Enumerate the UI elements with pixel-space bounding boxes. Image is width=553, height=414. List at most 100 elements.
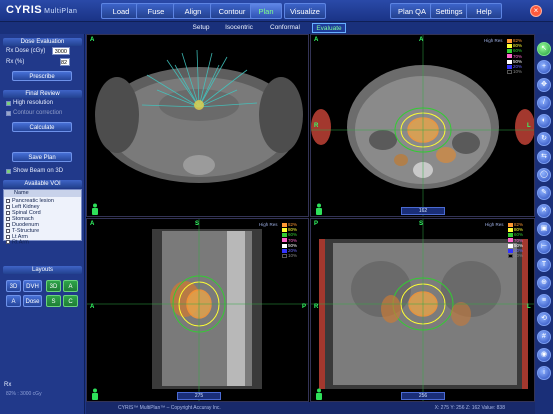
grid-tool-icon[interactable]: #	[537, 330, 551, 344]
tab-help[interactable]: Help	[466, 3, 502, 19]
layout-3d-quad-button[interactable]: 3D	[46, 280, 61, 292]
voi-column-name: Name	[4, 190, 81, 197]
save-plan-button[interactable]: Save Plan	[12, 152, 72, 162]
tab-visualize[interactable]: Visualize	[284, 3, 326, 19]
figure-icon	[90, 388, 100, 400]
sagittal-ct	[87, 219, 308, 401]
top-bar: CYRIS MultiPlan Load Fuse Align Contour P…	[0, 0, 553, 22]
cor-slice-indicator[interactable]: 256	[401, 392, 445, 400]
axial-orient-l: L	[527, 123, 531, 129]
subtab-conformal[interactable]: Conformal	[268, 23, 302, 33]
ruler-tool-icon[interactable]: ⊢	[537, 240, 551, 254]
logo-sub: MultiPlan	[44, 8, 78, 15]
voi-item[interactable]: Rt Arm	[6, 240, 29, 245]
dose-evaluation-header: Dose Evaluation	[3, 38, 82, 46]
contour-correction-checkbox[interactable]	[6, 111, 11, 116]
available-voi-header: Available VOI	[3, 180, 82, 188]
sag-orient-a: A	[90, 221, 95, 227]
tab-plan-qa[interactable]: Plan QA	[390, 3, 434, 19]
flip-tool-icon[interactable]: ⇆	[537, 150, 551, 164]
crosshair-tool-icon[interactable]: ⊕	[537, 276, 551, 290]
axial-slice-indicator[interactable]: 162	[401, 207, 445, 215]
rx-pct-input[interactable]: 82	[60, 58, 70, 66]
layout-dvh-button[interactable]: DVH	[23, 280, 42, 292]
coronal-ct	[311, 219, 534, 401]
layouts-header: Layouts	[3, 266, 82, 274]
eraser-tool-icon[interactable]: ✕	[537, 204, 551, 218]
sag-orient-s: S	[195, 221, 200, 227]
rx-dose-input[interactable]: 3000	[52, 47, 70, 55]
viewport-sagittal[interactable]: A S A P High Res 82% 80% 60% 70% 50% 20%…	[86, 218, 309, 402]
layout-axial-quad-button[interactable]: A	[63, 280, 78, 292]
viewport-3d[interactable]: A	[86, 34, 309, 217]
status-copyright: CYRIS™ MultiPlan™ – Copyright Accuray In…	[118, 405, 221, 411]
capture-tool-icon[interactable]: ◉	[537, 348, 551, 362]
reset-tool-icon[interactable]: ⟲	[537, 312, 551, 326]
contour-tool-icon[interactable]: ◯	[537, 168, 551, 182]
figure-icon	[314, 203, 324, 215]
annotate-tool-icon[interactable]: T	[537, 258, 551, 272]
layout-sagittal-button[interactable]: S	[46, 295, 61, 307]
plan-subbar: Setup Isocentric Conformal Evaluate	[0, 22, 553, 34]
window-close-icon[interactable]: ×	[530, 5, 542, 17]
show-beam-checkbox[interactable]	[6, 169, 11, 174]
high-res-checkbox[interactable]	[6, 101, 11, 106]
logo-text: CYRIS	[6, 4, 43, 16]
high-res-label: High resolution	[13, 100, 54, 106]
sag-orient-a-side: A	[90, 304, 95, 310]
axial-orient-a: A	[314, 37, 319, 43]
info-tool-icon[interactable]: i	[537, 366, 551, 380]
tab-load[interactable]: Load	[101, 3, 141, 19]
zoom-tool-icon[interactable]: +	[537, 60, 551, 74]
calculate-button[interactable]: Calculate	[12, 122, 72, 132]
pan-tool-icon[interactable]: ✥	[537, 78, 551, 92]
legend-entry: 10%	[282, 253, 297, 258]
cor-orient-p: P	[314, 221, 319, 227]
layers-tool-icon[interactable]: ≡	[537, 294, 551, 308]
status-coordinates: X: 275 Y: 256 Z: 162 Value: 838	[434, 405, 505, 411]
tab-fuse[interactable]: Fuse	[136, 3, 176, 19]
rotate-tool-icon[interactable]: ↻	[537, 132, 551, 146]
sag-slice-indicator[interactable]: 275	[177, 392, 221, 400]
rx-footer-label: Rx	[4, 382, 12, 388]
cor-dose-legend: High Res	[485, 222, 504, 227]
sag-dose-legend: High Res	[259, 222, 278, 227]
brush-tool-icon[interactable]: ✎	[537, 186, 551, 200]
axial-isodose-list: 82% 80% 60% 70% 50% 20% 10%	[507, 38, 522, 74]
legend-entry: 10%	[508, 253, 523, 258]
tab-settings[interactable]: Settings	[430, 3, 468, 19]
show-beam-label: Show Beam on 3D	[13, 168, 64, 174]
subtab-isocentric[interactable]: Isocentric	[222, 23, 256, 33]
right-toolbar: ↖ + ✥ / ◐ ↻ ⇆ ◯ ✎ ✕ ▣ ⊢ T ⊕ ≡ ⟲ # ◉ i	[535, 34, 553, 414]
subtab-setup[interactable]: Setup	[186, 23, 216, 33]
layout-dose-button[interactable]: Dose	[23, 295, 42, 307]
tab-plan[interactable]: Plan	[250, 3, 282, 19]
axial-dose-legend: High Res	[484, 38, 503, 43]
cor-orient-r: R	[314, 304, 319, 310]
measure-tool-icon[interactable]: /	[537, 96, 551, 110]
fill-tool-icon[interactable]: ▣	[537, 222, 551, 236]
3d-orient-a: A	[90, 37, 95, 43]
cor-orient-l: L	[527, 304, 531, 310]
app-logo: CYRIS MultiPlan	[6, 4, 77, 16]
viewport-axial[interactable]: A A R L P High Res 82% 80% 60% 70% 50% 2…	[310, 34, 535, 217]
figure-icon	[314, 388, 324, 400]
rx-dose-label: Rx Dose (cGy)	[6, 48, 46, 54]
tab-contour[interactable]: Contour	[210, 3, 254, 19]
layout-3d-button[interactable]: 3D	[6, 280, 21, 292]
contour-correction-label: Contour correction	[13, 110, 63, 116]
subtab-evaluate[interactable]: Evaluate	[312, 23, 346, 33]
viewport-coronal[interactable]: P S R L High Res 82% 80% 60% 70% 50% 20%…	[310, 218, 535, 402]
status-bar: CYRIS™ MultiPlan™ – Copyright Accuray In…	[86, 402, 535, 414]
tab-align[interactable]: Align	[173, 3, 213, 19]
prescribe-button[interactable]: Prescribe	[12, 71, 72, 81]
axial-ct	[311, 35, 534, 216]
sag-orient-p: P	[302, 304, 307, 310]
layout-coronal-button[interactable]: C	[63, 295, 78, 307]
axial-orient-a-top: A	[419, 37, 424, 43]
cor-orient-s: S	[419, 221, 424, 227]
window-level-tool-icon[interactable]: ◐	[537, 114, 551, 128]
cursor-tool-icon[interactable]: ↖	[537, 42, 551, 56]
layout-axial-button[interactable]: A	[6, 295, 21, 307]
multiplan-window: CYRIS MultiPlan Load Fuse Align Contour P…	[0, 0, 553, 414]
